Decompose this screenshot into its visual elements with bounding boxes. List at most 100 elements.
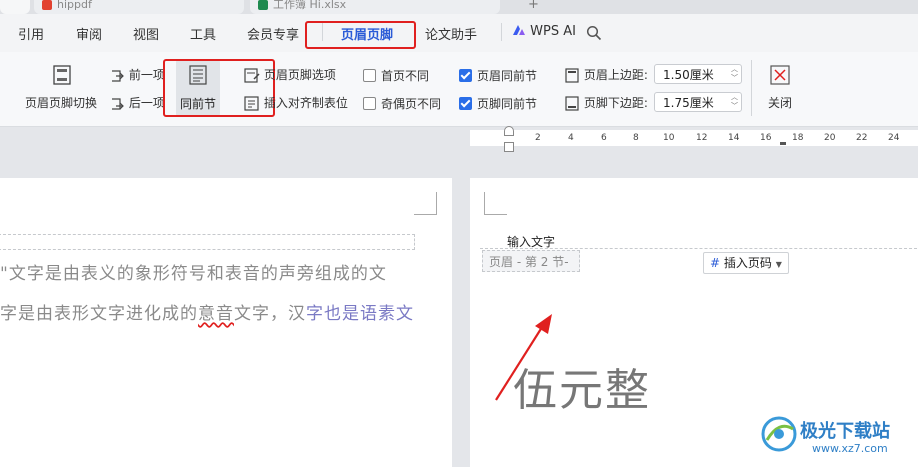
right-indent-marker[interactable] [780,142,786,145]
watermark-title: 极光下载站 [800,421,890,442]
header-footer-switch-icon [53,65,71,85]
amount-text[interactable]: 伍元整 [513,354,651,418]
ribbon-divider [751,60,752,116]
new-tab-button[interactable]: + [528,0,539,12]
horizontal-ruler[interactable]: 2 4 6 8 10 12 14 16 18 20 22 24 [470,126,918,152]
prev-item-label: 前一项 [128,68,165,82]
spinner-arrows-icon[interactable]: ︿ ﹀ [731,93,738,111]
header-top-margin-text: 页眉上边距: [583,68,648,82]
header-footer-switch-button[interactable]: 页眉页脚切换 [25,94,97,111]
window-tab-home[interactable] [0,0,30,14]
ruler-tick: 14 [728,133,740,143]
window-tab-pdf[interactable]: hippdf [34,0,244,14]
header-top-margin-input[interactable]: 1.50厘米 ︿ ﹀ [654,64,742,84]
menu-review[interactable]: 审阅 [76,24,102,43]
menu-wps-ai[interactable]: WPS AI [512,24,576,39]
dropdown-caret-icon: ▼ [775,260,782,269]
insert-alignment-tab-label: 插入对齐制表位 [263,96,348,110]
checkbox-box-checked [459,97,472,110]
body-text-line-2[interactable]: 字是由表形文字进化成的意音文字，汉字也是语素文 [0,299,414,324]
menu-member[interactable]: 会员专享 [247,24,299,43]
header-section-tag: 页眉 - 第 2 节- [482,250,580,272]
watermark-url: www.xz7.com [812,442,888,455]
site-watermark: 极光下载站 www.xz7.com [758,411,918,467]
page-corner-mark [484,192,507,215]
header-area-boundary [0,234,415,250]
header-footer-options-label: 页眉页脚选项 [263,68,336,82]
next-item-icon [112,97,124,110]
spinner-arrows-icon[interactable]: ︿ ﹀ [731,65,738,83]
next-item-button[interactable]: 后一项 [110,94,165,111]
ruler-tick: 10 [663,133,675,143]
close-header-footer-button[interactable]: 关闭 [768,94,792,111]
footer-same-as-prev-label: 页脚同前节 [477,97,538,111]
page-number-icon: # [710,256,721,270]
text-segment: 文字，汉 [234,304,306,324]
text-segment-colored: 字也是语素文 [306,304,414,324]
insert-alignment-tab-button[interactable]: 插入对齐制表位 [244,94,348,111]
menu-divider [501,23,502,41]
menu-reference[interactable]: 引用 [18,24,44,43]
text-segment: 字是由表形文字进化成的 [0,304,198,324]
ruler-tick: 24 [888,133,900,143]
window-tab-xlsx[interactable]: 工作簿 Hi.xlsx [250,0,500,14]
ruler-tick: 20 [824,133,836,143]
footer-bottom-margin-value: 1.75厘米 [663,96,714,110]
first-line-indent-marker[interactable] [504,126,514,136]
body-text-line-1[interactable]: "文字是由表义的象形符号和表音的声旁组成的文 [0,259,387,284]
wps-ai-logo-icon [513,25,525,35]
ruler-tick: 2 [535,133,541,143]
first-page-different-checkbox[interactable]: 首页不同 [363,67,429,84]
footer-bottom-margin-input[interactable]: 1.75厘米 ︿ ﹀ [654,92,742,112]
checkbox-box [363,97,376,110]
checkbox-box [363,69,376,82]
page-corner-mark [414,192,437,215]
checkbox-box-checked [459,69,472,82]
menu-tools[interactable]: 工具 [190,24,216,43]
prev-item-button[interactable]: 前一项 [110,66,165,83]
ruler-tick: 18 [792,133,804,143]
menu-bar: 引用 审阅 视图 工具 会员专享 页眉页脚 论文助手 WPS AI [0,14,918,53]
next-item-label: 后一项 [128,96,165,110]
ruler-tick: 4 [568,133,574,143]
odd-even-different-checkbox[interactable]: 奇偶页不同 [363,95,441,112]
window-tab-label: 工作簿 Hi.xlsx [273,0,347,11]
insert-tab-icon [244,96,259,111]
insert-page-number-label: 插入页码 [723,256,772,270]
ruler-tick: 12 [696,133,708,143]
prev-item-icon [112,69,124,82]
first-page-different-label: 首页不同 [381,69,430,83]
footer-same-as-prev-checkbox[interactable]: 页脚同前节 [459,95,537,112]
header-area-boundary [480,248,918,249]
spelling-flag-text: 意音 [198,304,234,324]
ruler-tick: 22 [856,133,868,143]
header-top-margin-value: 1.50厘米 [663,68,714,82]
header-footer-options-button[interactable]: 页眉页脚选项 [244,66,336,83]
header-same-as-prev-label: 页眉同前节 [477,69,538,83]
header-same-as-prev-checkbox[interactable]: 页眉同前节 [459,67,537,84]
header-margin-icon [565,68,579,83]
pdf-file-icon [42,0,52,10]
ribbon-toolbar: 页眉页脚切换 前一项 后一项 同前节 页眉页脚选项 插入对齐制表位 首页不同 奇… [0,52,918,127]
window-tab-strip: hippdf 工作簿 Hi.xlsx + [0,0,918,14]
menu-view[interactable]: 视图 [133,24,159,43]
ruler-tick: 6 [601,133,607,143]
wps-ai-label: WPS AI [530,24,576,39]
footer-bottom-margin-label: 页脚下边距: [564,94,648,111]
ruler-tick: 8 [633,133,639,143]
watermark-logo-icon [761,416,797,452]
footer-margin-icon [565,96,579,111]
highlight-box-tab [305,21,416,49]
header-top-margin-label: 页眉上边距: [564,66,648,83]
window-tab-label: hippdf [57,0,92,11]
search-icon[interactable] [586,25,602,41]
close-icon [770,65,790,85]
menu-paper-assistant[interactable]: 论文助手 [425,24,477,43]
header-footer-options-icon [244,68,260,83]
left-indent-marker[interactable] [504,142,514,152]
ruler-tick: 16 [760,133,772,143]
insert-page-number-button[interactable]: # 插入页码 ▼ [703,252,789,274]
odd-even-different-label: 奇偶页不同 [381,97,442,111]
document-page-left: "文字是由表义的象形符号和表音的声旁组成的文 字是由表形文字进化成的意音文字，汉… [0,178,452,467]
spreadsheet-file-icon [258,0,268,10]
